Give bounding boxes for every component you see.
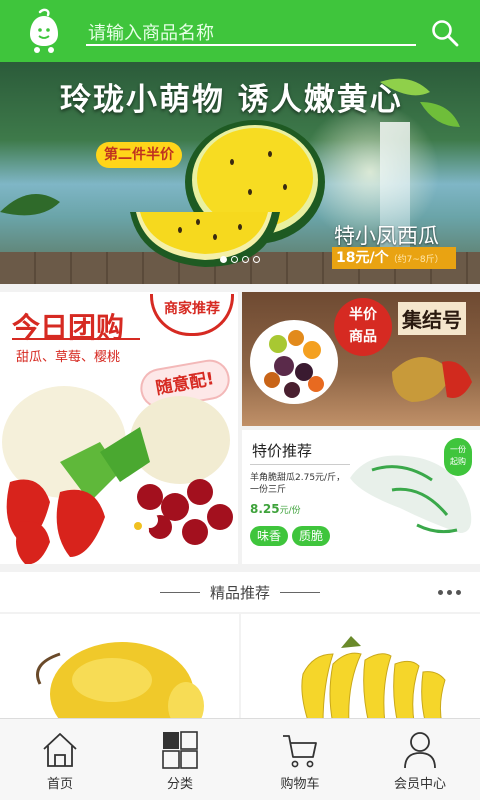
min-order-badge-line2: 起购 (450, 457, 466, 466)
section-rule-left (159, 591, 200, 593)
banner-dot[interactable] (242, 256, 249, 263)
banner-price-note: （约7~8斤） (388, 255, 444, 265)
search-underline (86, 44, 416, 46)
tab-category[interactable]: 分类 (120, 719, 240, 800)
product-card[interactable] (241, 614, 480, 724)
fruit-image (2, 386, 233, 564)
home-icon (43, 733, 77, 767)
banner-dot[interactable] (220, 256, 227, 263)
special-description: 羊角脆甜瓜2.75元/斤，一份三斤 (250, 473, 346, 495)
section-title: 精品推荐 (209, 583, 270, 602)
half-price-tag: 半价 商品 (334, 298, 392, 356)
banana-image (301, 636, 446, 724)
special-price-value: 8.25 (250, 502, 280, 516)
tab-member[interactable]: 会员中心 (360, 719, 480, 800)
section-rule-right (280, 591, 320, 593)
tab-cart[interactable]: 购物车 (240, 719, 360, 800)
group-buy-card[interactable]: 今日团购 甜瓜、草莓、樱桃 商家推荐 随意配! (0, 292, 238, 564)
bottom-tab-bar: 首页 分类 购物车 会员中心 (0, 718, 480, 800)
banner-dot[interactable] (231, 256, 238, 263)
tab-label: 首页 (46, 777, 73, 792)
banner-title: 玲珑小萌物 诱人嫩黄心 (60, 82, 403, 118)
app-root: 玲珑小萌物 诱人嫩黄心 第二件半价 特小凤西瓜 18元/个（约7~8斤） 今日团… (0, 0, 480, 800)
special-price-unit: 元/份 (279, 506, 301, 516)
banner-price-value: 18元/个 (336, 250, 389, 266)
feature-tag: 味香 (250, 526, 288, 546)
banner-tag: 第二件半价 (96, 142, 182, 168)
special-offer-card[interactable]: 特价推荐 羊角脆甜瓜2.75元/斤，一份三斤 8.25元/份 味香 质脆 一份 … (242, 430, 480, 564)
banner-product-name: 特小凤西瓜 (334, 224, 439, 248)
half-price-tag-line1: 半价 (349, 307, 377, 323)
special-divider (250, 464, 350, 465)
min-order-badge-line1: 一份 (450, 445, 466, 454)
collection-title: 集结号 (398, 302, 466, 335)
special-price: 8.25元/份 (250, 502, 301, 516)
tab-label: 会员中心 (393, 777, 446, 792)
tab-label: 分类 (166, 777, 193, 792)
banner-price: 18元/个（约7~8斤） (332, 247, 456, 269)
top-bar (0, 0, 480, 62)
special-title: 特价推荐 (252, 442, 313, 460)
search-icon[interactable] (430, 18, 460, 48)
more-icon[interactable] (438, 584, 468, 600)
tab-label: 购物车 (280, 777, 320, 792)
user-icon (404, 732, 436, 769)
product-card[interactable] (0, 614, 239, 724)
grid-icon (162, 731, 198, 769)
half-price-card[interactable]: 半价 商品 集结号 (242, 292, 480, 426)
section-title-wrap: 精品推荐 (0, 572, 480, 612)
min-order-badge: 一份 起购 (444, 438, 472, 476)
cantaloupe-image (36, 642, 204, 724)
cart-icon (283, 735, 317, 768)
banner-dot[interactable] (253, 256, 260, 263)
search-input[interactable] (88, 20, 414, 46)
logo-icon[interactable] (24, 8, 64, 54)
section-header: 精品推荐 (0, 572, 480, 612)
feature-tag: 质脆 (292, 526, 330, 546)
banner-pagination (220, 256, 260, 263)
tab-home[interactable]: 首页 (0, 719, 120, 800)
promo-banner[interactable]: 玲珑小萌物 诱人嫩黄心 第二件半价 特小凤西瓜 18元/个（约7~8斤） (0, 62, 480, 284)
half-price-tag-line2: 商品 (349, 329, 377, 345)
